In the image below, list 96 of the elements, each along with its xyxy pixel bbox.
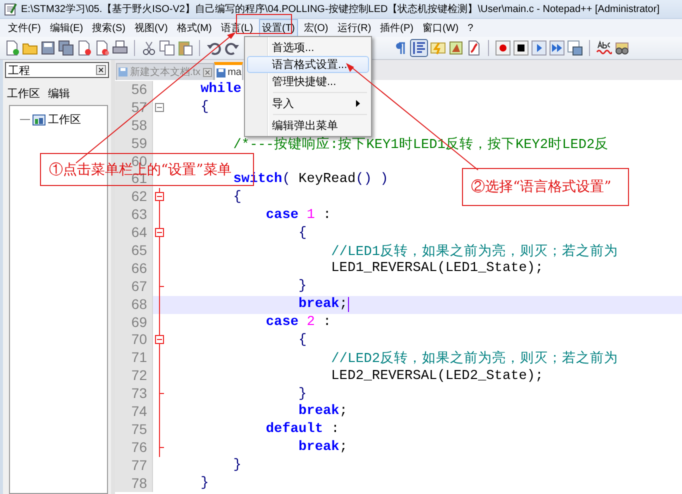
picture-icon[interactable]: [448, 40, 464, 56]
line-number: 58: [115, 116, 153, 135]
window-title: E:\STM32学习\05.【基于野火ISO-V2】自己编写的程序\04.POLLING-按键控制LED【状态机按键检测】\User\main.c - Notepad++ [Administrator]: [21, 2, 660, 16]
line-number: 63: [115, 206, 153, 224]
save-icon[interactable]: [40, 40, 56, 56]
line-number: 66: [115, 260, 153, 278]
print-icon[interactable]: [112, 40, 128, 56]
panel-menu-item[interactable]: 工作区: [7, 86, 40, 101]
menu-option[interactable]: 管理快捷键...: [247, 73, 369, 90]
save-all-icon[interactable]: [58, 40, 74, 56]
spellcheck-icon[interactable]: [596, 40, 612, 56]
code-line: break;: [298, 440, 348, 456]
editor-tab[interactable]: ma: [214, 62, 244, 80]
close-icon: [96, 65, 106, 75]
code-line: }: [232, 458, 242, 474]
code-line: {: [200, 100, 209, 116]
code-line: }: [298, 386, 307, 402]
workspace-icon: [32, 114, 46, 126]
line-number: 62: [115, 188, 153, 206]
line-number: 70: [115, 331, 153, 350]
line-number: 68: [115, 296, 153, 314]
line-number: 69: [115, 314, 153, 332]
code-line: {: [298, 226, 307, 241]
line-number: 67: [115, 278, 153, 296]
menu-item[interactable]: 格式(M): [174, 19, 215, 37]
line-number: 76: [115, 438, 153, 457]
tree-item[interactable]: 工作区: [48, 112, 81, 127]
line-number: 75: [115, 420, 153, 439]
new-file-icon[interactable]: [4, 40, 20, 56]
line-number: 74: [115, 403, 153, 421]
fold-toggle-icon[interactable]: [155, 192, 164, 202]
line-number: 56: [115, 81, 153, 99]
callout-note: ②选择“语言格式设置”: [462, 168, 629, 206]
code-line: }: [200, 476, 209, 492]
code-line: while: [200, 82, 242, 98]
menu-item[interactable]: 运行(R): [334, 19, 374, 37]
indent-guide-icon[interactable]: [410, 39, 428, 57]
fold-toggle-icon[interactable]: [155, 102, 164, 112]
play-icon[interactable]: [531, 40, 547, 56]
copy-icon[interactable]: [159, 40, 175, 56]
close-button[interactable]: [96, 65, 106, 75]
code-line: }: [298, 279, 307, 294]
menu-option[interactable]: 首选项...: [247, 39, 369, 56]
menu-item[interactable]: 插件(P): [377, 19, 417, 37]
code-line: LED2_REVERSAL(LED2_State);: [330, 368, 544, 384]
code-line: //LED2反转，如果之前为亮，则灭；若之前为: [330, 350, 618, 368]
code-line: default :: [264, 422, 340, 438]
binoculars-icon[interactable]: [614, 40, 630, 56]
save-icon: [216, 68, 226, 78]
menu-item[interactable]: 窗口(W): [420, 19, 462, 37]
close-all-icon[interactable]: [94, 40, 110, 56]
document-pen-icon[interactable]: [466, 40, 482, 56]
submenu-arrow-icon: [356, 100, 360, 107]
line-number: 78: [115, 474, 153, 492]
cut-icon[interactable]: [141, 40, 157, 56]
code-line: //LED1反转，如果之前为亮，则灭；若之前为: [330, 242, 618, 260]
stop-icon[interactable]: [513, 40, 529, 56]
menu-item[interactable]: 编辑(E): [46, 19, 86, 37]
panel-menu-item[interactable]: 编辑: [48, 86, 70, 101]
menu-item[interactable]: ?: [464, 20, 476, 36]
line-number: 71: [115, 349, 153, 368]
fast-forward-icon[interactable]: [549, 40, 565, 56]
paste-icon[interactable]: [177, 40, 193, 56]
line-number: 73: [115, 385, 153, 404]
menu-option[interactable]: 导入: [247, 95, 369, 112]
line-number: 65: [115, 242, 153, 260]
menu-item[interactable]: 视图(V): [131, 19, 171, 37]
redo-icon[interactable]: [224, 40, 240, 56]
code-line: {: [232, 190, 242, 205]
menu-item[interactable]: 搜索(S): [89, 19, 128, 37]
line-number: 77: [115, 456, 153, 475]
code-line: {: [298, 332, 307, 348]
panel-title: 工程: [8, 64, 30, 78]
code-line: case 1 :: [264, 208, 332, 223]
code-line: /*---按键响应:按下KEY1时LED1反转，按下KEY2时LED2反: [232, 136, 609, 153]
code-line: case 2 :: [264, 315, 332, 330]
code-line: break;: [298, 404, 348, 420]
close-file-icon[interactable]: [76, 40, 92, 56]
save-macro-icon[interactable]: [567, 40, 583, 56]
menu-item[interactable]: 文件(F): [5, 19, 44, 37]
fold-toggle-icon[interactable]: [155, 335, 164, 344]
line-number: 59: [115, 134, 153, 153]
notepad-icon: [3, 2, 17, 16]
menu-item[interactable]: 宏(O): [300, 19, 332, 37]
save-icon: [118, 67, 128, 77]
line-number: 64: [115, 224, 153, 242]
text-cursor: [348, 297, 350, 312]
undo-icon[interactable]: [206, 40, 222, 56]
line-number: 72: [115, 367, 153, 386]
menu-option[interactable]: 语言格式设置...: [247, 56, 369, 73]
code-line: break;: [298, 297, 348, 312]
close-icon[interactable]: [202, 68, 212, 76]
fold-toggle-icon[interactable]: [155, 228, 164, 238]
record-icon[interactable]: [495, 40, 511, 56]
menu-option[interactable]: 编辑弹出菜单: [247, 117, 369, 134]
code-line: LED1_REVERSAL(LED1_State);: [330, 261, 544, 276]
